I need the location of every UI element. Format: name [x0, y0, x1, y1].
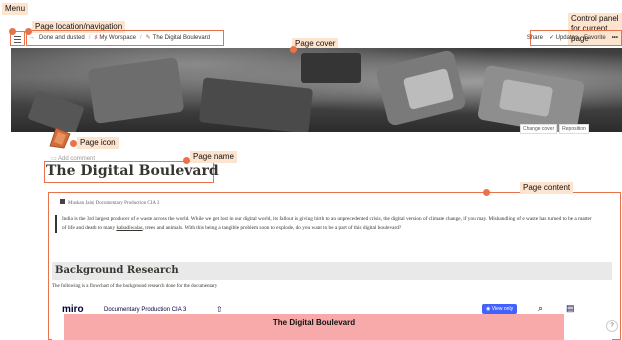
- section-heading: Background Research: [52, 262, 612, 280]
- updates-button[interactable]: ✓ Updates: [549, 32, 578, 44]
- search-icon[interactable]: ⌕: [538, 303, 543, 314]
- section-paragraph: The following is a flowchart of the back…: [52, 284, 218, 289]
- miro-board-title: Documentary Production CIA 3: [104, 307, 187, 313]
- page-controls: Share ✓ Updates Favorite •••: [527, 32, 618, 44]
- arrow-icon[interactable]: →: [28, 32, 35, 44]
- change-cover-button[interactable]: Change cover: [520, 124, 558, 134]
- check-icon: ✓: [548, 35, 556, 41]
- breadcrumb-item-done[interactable]: Done and dusted: [39, 32, 85, 44]
- annotation-marker-1: [9, 28, 16, 35]
- breadcrumb-separator: /: [88, 35, 91, 41]
- help-button[interactable]: ?: [606, 320, 618, 332]
- page-cover: [11, 48, 622, 132]
- cover-buttons: Change cover Reposition: [520, 124, 589, 134]
- workspace-icon: ♯: [94, 35, 98, 41]
- page-title[interactable]: The Digital Boulevard: [46, 163, 219, 179]
- miro-canvas[interactable]: The Digital Boulevard: [64, 314, 564, 340]
- more-options-icon[interactable]: •••: [612, 32, 618, 44]
- annotation-content: Page content: [520, 182, 574, 194]
- breadcrumb: → Done and dusted / ♯ My Worspace / ✎ The …: [28, 32, 210, 44]
- notes-icon[interactable]: ▤: [566, 303, 575, 314]
- miro-embed[interactable]: miro Documentary Production CIA 3 ⇧ ◉ Vi…: [52, 296, 612, 340]
- annotation-marker-6: [483, 189, 490, 196]
- share-button[interactable]: Share: [527, 32, 543, 44]
- miro-canvas-title: The Digital Boulevard: [272, 318, 356, 327]
- reposition-button[interactable]: Reposition: [559, 124, 589, 134]
- annotation-marker-4: [70, 140, 77, 147]
- view-only-button[interactable]: ◉ View only: [482, 304, 518, 314]
- annotation-menu: Menu: [2, 3, 29, 15]
- favorite-button[interactable]: Favorite: [584, 32, 606, 44]
- page-small-icon: ✎: [145, 35, 151, 41]
- upload-icon[interactable]: ⇧: [216, 305, 223, 314]
- intro-quote: India is the 3rd largest producer of e w…: [55, 215, 596, 233]
- annotation-icon: Page icon: [77, 137, 119, 149]
- annotation-name: Page name: [190, 151, 237, 163]
- author-line: Muskan Jain| Documentary Production CIA …: [60, 199, 159, 206]
- breadcrumb-separator: /: [139, 35, 142, 41]
- breadcrumb-item-workspace[interactable]: ♯ My Worspace: [94, 32, 136, 44]
- breadcrumb-item-page[interactable]: ✎ The Digital Boulevard: [146, 32, 210, 44]
- annotation-marker-3: [290, 46, 297, 53]
- avatar-icon: [60, 199, 65, 204]
- kabadiwalas-link[interactable]: kabadiwalas: [116, 225, 142, 231]
